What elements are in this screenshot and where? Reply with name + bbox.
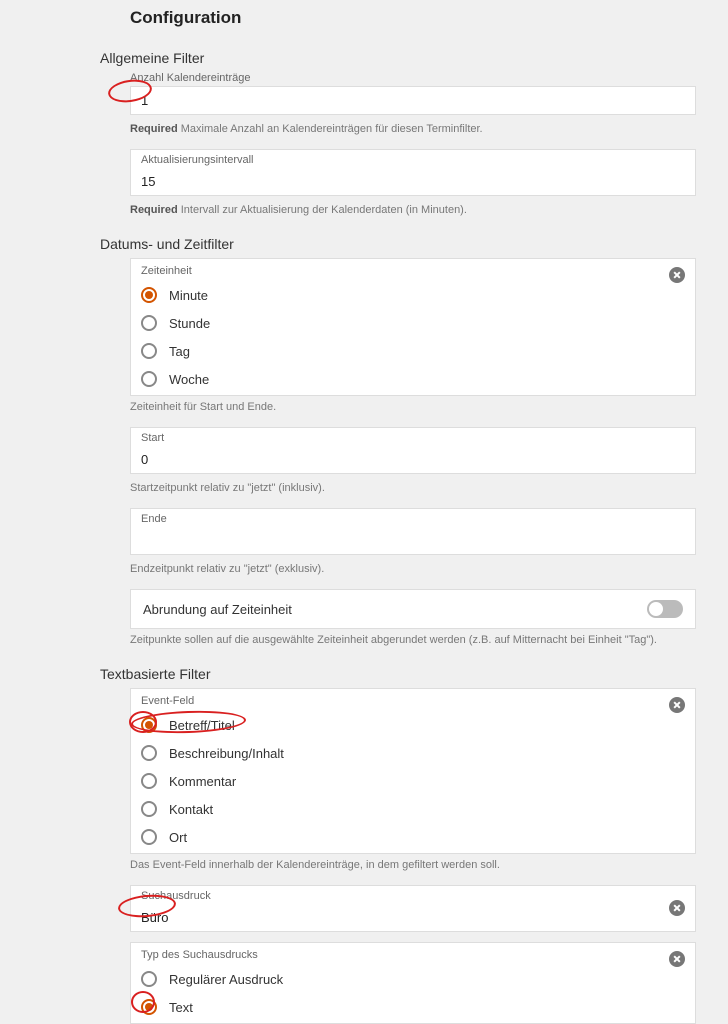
- field-helper: Das Event-Feld innerhalb der Kalenderein…: [130, 859, 696, 871]
- radio-icon: [141, 343, 157, 359]
- field-radio-group: Event-Feld Betreff/Titel Beschreibung/Inh…: [130, 688, 696, 854]
- expr-type-option[interactable]: Text: [131, 993, 695, 1021]
- round-label: Abrundung auf Zeiteinheit: [143, 602, 292, 617]
- unit-label: Zeiteinheit: [131, 263, 695, 281]
- round-toggle-row[interactable]: Abrundung auf Zeiteinheit: [130, 589, 696, 629]
- radio-icon: [141, 717, 157, 733]
- radio-dot-icon: [145, 1003, 153, 1011]
- radio-label: Woche: [169, 372, 209, 387]
- count-input[interactable]: [131, 87, 695, 114]
- round-toggle[interactable]: [647, 600, 683, 618]
- type-label: Typ des Suchausdrucks: [131, 947, 695, 965]
- radio-label: Regulärer Ausdruck: [169, 972, 283, 987]
- radio-icon: [141, 287, 157, 303]
- unit-option[interactable]: Minute: [131, 281, 695, 309]
- radio-label: Minute: [169, 288, 208, 303]
- round-helper: Zeitpunkte sollen auf die ausgewählte Ze…: [130, 634, 696, 646]
- section-general-title: Allgemeine Filter: [100, 50, 696, 66]
- event-field-option[interactable]: Beschreibung/Inhalt: [131, 739, 695, 767]
- start-input[interactable]: [131, 446, 695, 473]
- expr-label: Suchausdruck: [131, 890, 695, 902]
- radio-label: Kommentar: [169, 774, 236, 789]
- radio-label: Beschreibung/Inhalt: [169, 746, 284, 761]
- unit-helper: Zeiteinheit für Start und Ende.: [130, 401, 696, 413]
- radio-label: Betreff/Titel: [169, 718, 235, 733]
- radio-icon: [141, 971, 157, 987]
- end-label: Ende: [131, 513, 695, 525]
- clear-icon[interactable]: [669, 900, 685, 916]
- event-field-option[interactable]: Betreff/Titel: [131, 711, 695, 739]
- radio-label: Text: [169, 1000, 193, 1015]
- radio-icon: [141, 315, 157, 331]
- expr-input[interactable]: [131, 904, 695, 931]
- unit-option[interactable]: Woche: [131, 365, 695, 393]
- radio-label: Ort: [169, 830, 187, 845]
- radio-icon: [141, 371, 157, 387]
- clear-icon[interactable]: [669, 951, 685, 967]
- page-title: Configuration: [130, 8, 696, 28]
- radio-label: Tag: [169, 344, 190, 359]
- event-field-option[interactable]: Kontakt: [131, 795, 695, 823]
- interval-input[interactable]: [131, 168, 695, 195]
- count-helper: Required Maximale Anzahl an Kalendereint…: [130, 123, 696, 135]
- expr-type-option[interactable]: Regulärer Ausdruck: [131, 965, 695, 993]
- end-helper: Endzeitpunkt relativ zu "jetzt" (exklusi…: [130, 563, 696, 575]
- interval-helper: Required Intervall zur Aktualisierung de…: [130, 204, 696, 216]
- clear-icon[interactable]: [669, 267, 685, 283]
- interval-label: Aktualisierungsintervall: [131, 154, 695, 166]
- count-label: Anzahl Kalendereinträge: [130, 72, 696, 84]
- type-radio-group: Typ des Suchausdrucks Regulärer Ausdruck…: [130, 942, 696, 1024]
- event-field-option[interactable]: Kommentar: [131, 767, 695, 795]
- radio-icon: [141, 801, 157, 817]
- clear-icon[interactable]: [669, 697, 685, 713]
- toggle-knob: [649, 602, 663, 616]
- radio-icon: [141, 829, 157, 845]
- unit-option[interactable]: Stunde: [131, 309, 695, 337]
- radio-icon: [141, 999, 157, 1015]
- field-label: Event-Feld: [131, 693, 695, 711]
- radio-icon: [141, 773, 157, 789]
- radio-dot-icon: [145, 291, 153, 299]
- section-textfilter-title: Textbasierte Filter: [100, 666, 696, 682]
- unit-radio-group: Zeiteinheit Minute Stunde Tag Woche: [130, 258, 696, 396]
- end-input[interactable]: [131, 527, 695, 554]
- radio-label: Stunde: [169, 316, 210, 331]
- start-label: Start: [131, 432, 695, 444]
- unit-option[interactable]: Tag: [131, 337, 695, 365]
- radio-label: Kontakt: [169, 802, 213, 817]
- radio-dot-icon: [145, 721, 153, 729]
- start-helper: Startzeitpunkt relativ zu "jetzt" (inklu…: [130, 482, 696, 494]
- radio-icon: [141, 745, 157, 761]
- section-datetime-title: Datums- und Zeitfilter: [100, 236, 696, 252]
